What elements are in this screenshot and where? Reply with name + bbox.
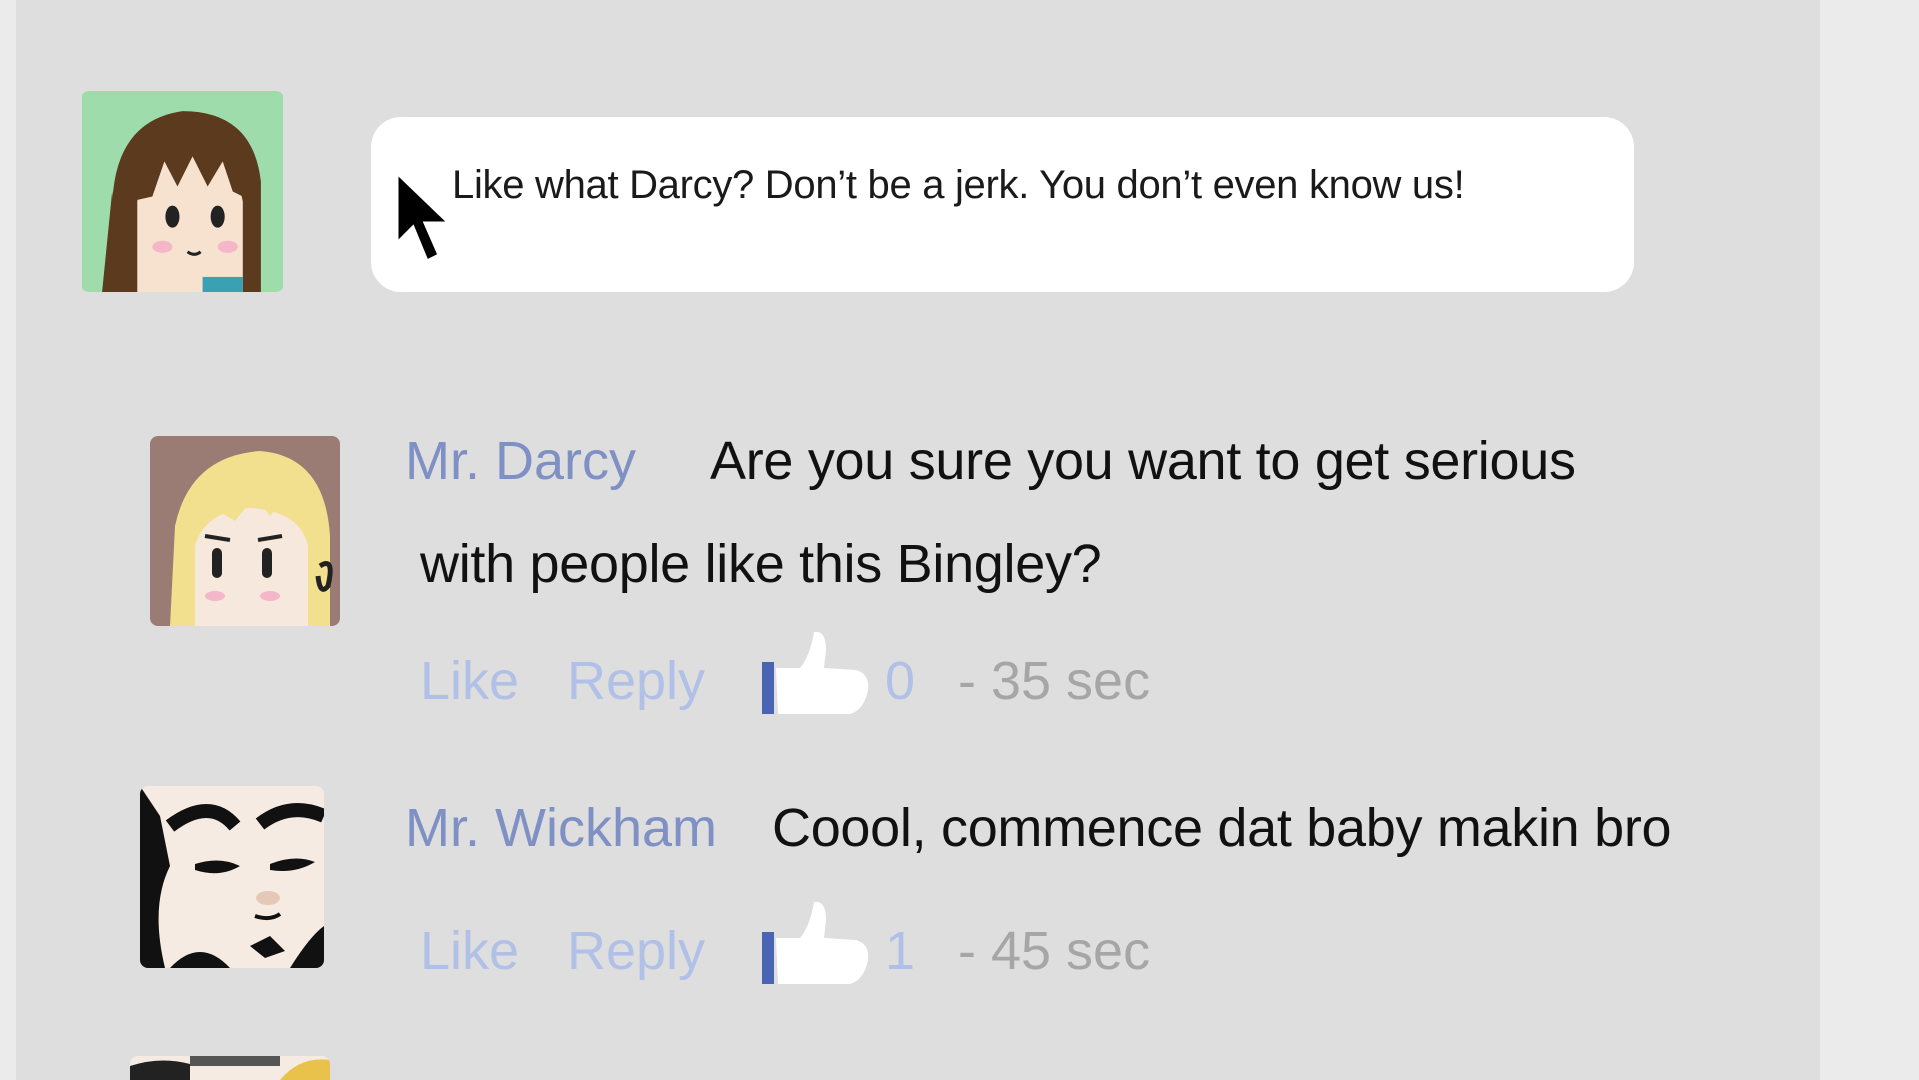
like-link[interactable]: Like	[420, 650, 519, 712]
comment-input-text: Like what Darcy? Don’t be a jerk. You do…	[452, 163, 1465, 207]
mouse-pointer-icon	[395, 169, 453, 264]
comment-timestamp: - 45 sec	[958, 921, 1151, 981]
comment-avatar-darcy	[150, 436, 340, 626]
like-count: 0	[885, 651, 916, 711]
thumbs-up-icon	[762, 631, 869, 714]
thumbs-up-icon	[762, 901, 869, 984]
current-user-avatar	[81, 91, 284, 292]
comment-text-line: with people like this Bingley?	[420, 534, 1102, 594]
comment-text-line: Coool, commence dat baby makin bro	[772, 798, 1672, 858]
like-link[interactable]: Like	[420, 920, 519, 982]
comment-author-name[interactable]: Mr. Wickham	[405, 797, 717, 859]
comment-avatar-wickham	[140, 786, 324, 968]
reply-link[interactable]: Reply	[567, 920, 705, 982]
right-margin	[1820, 0, 1919, 1080]
like-count: 1	[885, 921, 916, 981]
comment-input-box[interactable]: Like what Darcy? Don’t be a jerk. You do…	[371, 117, 1634, 292]
next-comment-avatar	[130, 1056, 330, 1080]
comment-text-line: Are you sure you want to get serious	[710, 431, 1576, 491]
left-margin	[0, 0, 16, 1080]
comment-timestamp: - 35 sec	[958, 651, 1151, 711]
reply-link[interactable]: Reply	[567, 650, 705, 712]
comment-author-name[interactable]: Mr. Darcy	[405, 430, 636, 492]
